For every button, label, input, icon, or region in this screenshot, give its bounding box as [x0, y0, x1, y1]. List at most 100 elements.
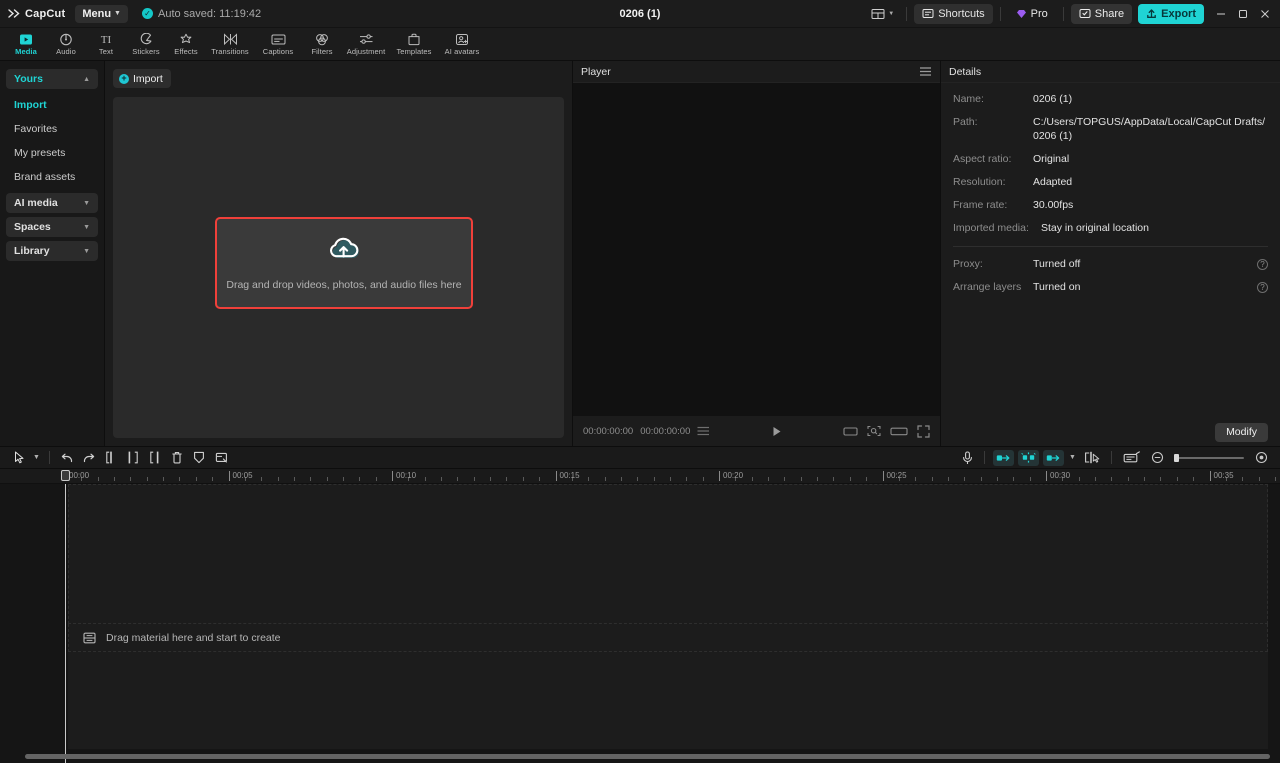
check-circle-icon: ✓ — [142, 8, 153, 19]
ruler-major-tick — [883, 471, 884, 481]
trim-left-button[interactable] — [122, 448, 144, 467]
fullscreen-icon[interactable] — [917, 425, 930, 438]
help-icon[interactable]: ? — [1257, 282, 1268, 293]
divider — [1063, 7, 1064, 21]
sidebar-item-brand-assets[interactable]: Brand assets — [6, 165, 98, 189]
timeline-drop-material[interactable]: Drag material here and start to create — [68, 624, 1268, 652]
zoom-fit-icon[interactable] — [867, 425, 881, 437]
help-icon[interactable]: ? — [1257, 259, 1268, 270]
ruler-minor-tick — [817, 477, 818, 481]
play-button[interactable] — [770, 425, 783, 438]
sidebar-group-ai-media[interactable]: AI media ▼ — [6, 193, 98, 213]
import-button-label: Import — [133, 73, 163, 85]
timeline-toolbar: ▼ — [0, 446, 1280, 469]
tab-captions[interactable]: Captions — [254, 29, 302, 60]
ruler-minor-tick — [1275, 477, 1276, 481]
details-row-arrange-layers: Arrange layers Turned on ? — [953, 281, 1268, 295]
trim-right-button[interactable] — [144, 448, 166, 467]
close-button[interactable] — [1254, 3, 1276, 25]
crop-button[interactable] — [210, 448, 232, 467]
minimize-button[interactable] — [1210, 3, 1232, 25]
share-button[interactable]: Share — [1071, 4, 1132, 24]
timeline-main-track[interactable] — [68, 484, 1268, 624]
select-tool-button[interactable] — [8, 448, 30, 467]
split-button[interactable] — [100, 448, 122, 467]
aspect-ratio-icon[interactable] — [843, 426, 858, 437]
tab-templates[interactable]: Templates — [390, 29, 438, 60]
tab-media[interactable]: Media — [6, 29, 46, 60]
menu-button[interactable]: Menu ▼ — [75, 5, 128, 23]
ruler-minor-tick — [1030, 477, 1031, 481]
tab-text[interactable]: TI Text — [86, 29, 126, 60]
chevron-up-icon: ▲ — [83, 76, 90, 83]
tab-filters[interactable]: Filters — [302, 29, 342, 60]
sidebar-group-yours[interactable]: Yours ▲ — [6, 69, 98, 89]
zoom-slider-handle[interactable] — [1174, 454, 1179, 462]
sidebar-item-my-presets[interactable]: My presets — [6, 141, 98, 165]
tab-effects[interactable]: Effects — [166, 29, 206, 60]
link-clips-button[interactable] — [1043, 450, 1064, 466]
sidebar-group-spaces[interactable]: Spaces ▼ — [6, 217, 98, 237]
player-menu-icon[interactable] — [919, 66, 932, 77]
timeline-playhead[interactable] — [65, 484, 66, 763]
sidebar-group-library[interactable]: Library ▼ — [6, 241, 98, 261]
chevron-down-icon[interactable]: ▼ — [30, 448, 43, 467]
pro-button[interactable]: Pro — [1008, 4, 1056, 24]
shortcuts-button[interactable]: Shortcuts — [914, 4, 992, 24]
split-at-playhead-button[interactable] — [1079, 448, 1105, 467]
audio-icon — [59, 33, 73, 46]
media-dropzone[interactable]: Drag and drop videos, photos, and audio … — [215, 217, 473, 309]
divider — [1111, 451, 1112, 464]
maximize-button[interactable] — [1232, 3, 1254, 25]
tab-label: Adjustment — [347, 47, 386, 56]
timeline-ruler-ticks: 00:0000:0500:1000:1500:2000:2500:3000:35 — [65, 469, 1280, 483]
details-header: Details — [941, 61, 1280, 83]
record-voiceover-button[interactable] — [956, 448, 978, 467]
timeline-zoom-slider[interactable] — [1174, 457, 1244, 459]
tab-ai-avatars[interactable]: AI avatars — [438, 29, 486, 60]
redo-button[interactable] — [78, 448, 100, 467]
adsorption-button[interactable] — [1018, 450, 1039, 466]
modify-button[interactable]: Modify — [1215, 423, 1268, 442]
ruler-minor-tick — [278, 477, 279, 481]
tab-transitions[interactable]: Transitions — [206, 29, 254, 60]
dropzone-label: Drag and drop videos, photos, and audio … — [226, 279, 461, 291]
ruler-minor-tick — [915, 477, 916, 481]
mask-button[interactable] — [188, 448, 210, 467]
details-value: Adapted — [1033, 176, 1268, 190]
widescreen-icon[interactable] — [890, 426, 908, 437]
ruler-minor-tick — [327, 477, 328, 481]
media-sidebar: Yours ▲ Import Favorites My presets Bran… — [0, 61, 105, 446]
timeline-ruler[interactable]: 00:0000:0500:1000:1500:2000:2500:3000:35 — [0, 469, 1280, 484]
scrollbar-thumb[interactable] — [25, 754, 1270, 759]
ruler-major-tick — [719, 471, 720, 481]
ruler-minor-tick — [1160, 477, 1161, 481]
zoom-out-button[interactable] — [1146, 448, 1168, 467]
undo-button[interactable] — [56, 448, 78, 467]
auto-snap-button[interactable] — [993, 450, 1014, 466]
tab-label: Templates — [396, 47, 431, 56]
layout-selector-button[interactable]: ▼ — [866, 4, 899, 24]
player-list-icon[interactable] — [697, 426, 710, 436]
tab-audio[interactable]: Audio — [46, 29, 86, 60]
details-value: Turned on — [1033, 281, 1257, 295]
chevron-down-icon[interactable]: ▼ — [1066, 448, 1079, 467]
export-button[interactable]: Export — [1138, 4, 1204, 24]
material-icon — [83, 632, 96, 644]
ruler-minor-tick — [948, 477, 949, 481]
ruler-minor-tick — [179, 477, 180, 481]
keyframe-panel-button[interactable] — [1118, 448, 1146, 467]
tab-label: Transitions — [211, 47, 249, 56]
timeline-horizontal-scrollbar[interactable] — [25, 754, 1270, 759]
sidebar-item-import[interactable]: Import — [6, 93, 98, 117]
divider — [984, 451, 985, 464]
ruler-minor-tick — [605, 477, 606, 481]
tab-adjustment[interactable]: Adjustment — [342, 29, 390, 60]
zoom-slider-track[interactable] — [1174, 457, 1244, 459]
zoom-in-button[interactable] — [1250, 448, 1272, 467]
import-button[interactable]: + Import — [113, 69, 171, 88]
playhead-handle[interactable] — [61, 470, 70, 481]
tab-stickers[interactable]: Stickers — [126, 29, 166, 60]
delete-button[interactable] — [166, 448, 188, 467]
sidebar-item-favorites[interactable]: Favorites — [6, 117, 98, 141]
